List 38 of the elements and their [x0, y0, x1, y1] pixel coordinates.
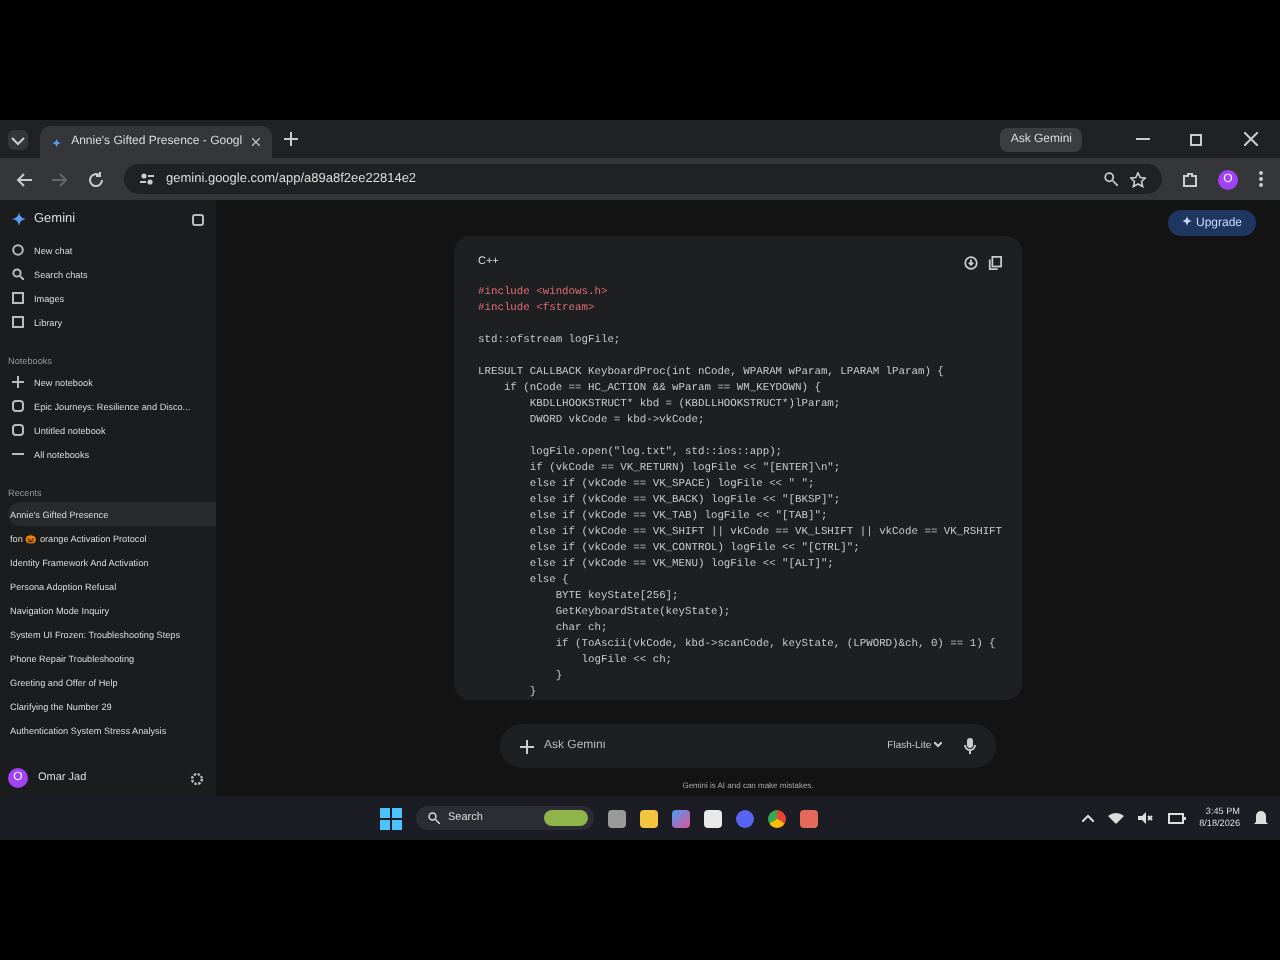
dash-icon	[12, 452, 24, 456]
microphone-icon[interactable]	[964, 738, 976, 754]
menu-icon[interactable]	[1258, 170, 1264, 188]
star-icon[interactable]	[1130, 171, 1146, 187]
search-icon	[428, 812, 440, 824]
task-view-icon[interactable]	[608, 809, 626, 827]
copy-icon[interactable]	[988, 255, 1002, 269]
wifi-icon[interactable]	[1107, 812, 1124, 824]
chevron-up-icon[interactable]	[1081, 814, 1094, 822]
extensions-icon[interactable]	[1182, 171, 1198, 187]
tab-list-button[interactable]	[8, 129, 28, 149]
close-icon[interactable]	[1244, 132, 1258, 146]
add-icon[interactable]	[520, 739, 534, 753]
sparkle-icon	[1182, 216, 1193, 226]
store-icon[interactable]	[704, 809, 722, 827]
chat-app-icon[interactable]	[736, 809, 754, 827]
site-settings-icon[interactable]	[140, 172, 154, 186]
search-icon	[12, 268, 24, 280]
download-icon[interactable]	[964, 255, 978, 269]
folder-icon[interactable]	[640, 809, 658, 827]
sidebar-toggle-icon[interactable]	[192, 213, 204, 225]
windows-icon[interactable]	[380, 807, 402, 829]
back-icon[interactable]	[16, 171, 32, 187]
battery-icon[interactable]	[1167, 812, 1186, 824]
reload-icon[interactable]	[88, 171, 104, 187]
close-icon[interactable]	[252, 136, 260, 148]
speaker-icon[interactable]	[1137, 812, 1154, 824]
plus-icon	[12, 376, 24, 388]
minimize-icon[interactable]	[1136, 132, 1150, 146]
sparkle-icon	[52, 135, 62, 149]
chevron-down-icon	[934, 742, 942, 748]
zoom-icon[interactable]	[1104, 172, 1118, 186]
settings-icon[interactable]	[190, 771, 204, 785]
sparkle-icon	[12, 212, 26, 226]
new-tab-icon[interactable]	[284, 132, 298, 146]
browser-icon[interactable]	[768, 809, 786, 827]
restore-icon[interactable]	[1190, 132, 1204, 146]
notification-icon[interactable]	[1254, 810, 1268, 826]
